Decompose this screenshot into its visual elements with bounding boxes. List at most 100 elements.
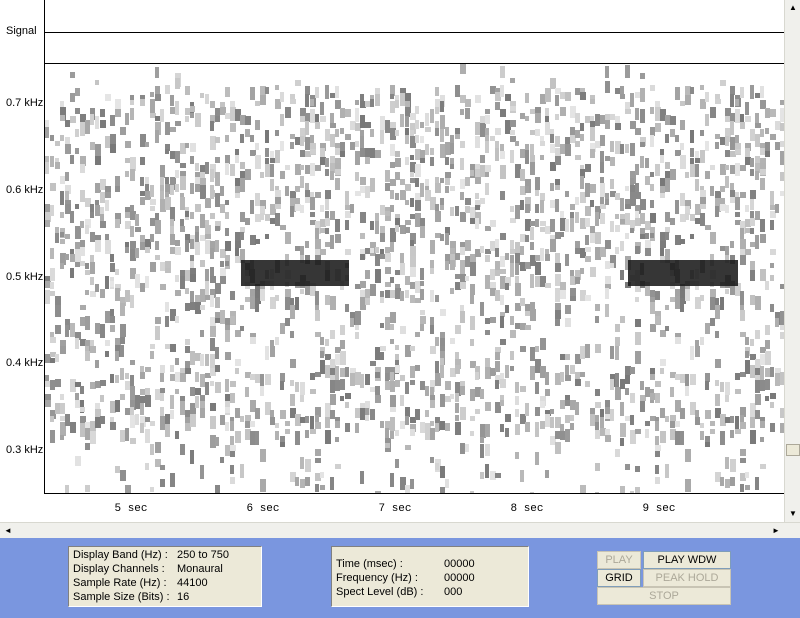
noise-cell — [145, 463, 149, 470]
vertical-scroll-thumb[interactable] — [786, 444, 800, 456]
noise-cell — [215, 318, 220, 323]
noise-cell — [200, 93, 204, 98]
noise-cell — [670, 218, 675, 225]
play-window-button[interactable]: PLAY WDW — [643, 551, 731, 569]
noise-cell — [675, 87, 680, 100]
play-button[interactable]: PLAY — [597, 551, 641, 569]
noise-cell — [630, 367, 635, 374]
stop-button[interactable]: STOP — [597, 587, 731, 605]
noise-cell — [325, 417, 330, 428]
noise-cell — [500, 191, 505, 200]
cursor-readout-box: Time (msec) : 00000 Frequency (Hz) : 000… — [331, 546, 529, 607]
noise-cell — [305, 459, 311, 472]
noise-cell — [445, 127, 449, 136]
noise-cell — [775, 142, 780, 150]
noise-cell — [240, 416, 244, 422]
noise-cell — [405, 157, 409, 165]
noise-cell — [250, 421, 255, 427]
noise-cell — [420, 226, 425, 238]
noise-cell — [210, 354, 215, 368]
noise-cell — [70, 268, 74, 278]
noise-cell — [220, 204, 225, 213]
noise-cell — [140, 242, 145, 250]
noise-cell — [625, 213, 630, 225]
noise-cell — [535, 407, 540, 416]
noise-cell — [540, 155, 544, 160]
noise-cell — [280, 171, 285, 179]
peak-hold-button[interactable]: PEAK HOLD — [643, 569, 731, 587]
scroll-down-icon[interactable]: ▼ — [785, 506, 800, 522]
noise-cell — [445, 178, 450, 185]
noise-cell — [500, 379, 506, 388]
noise-cell — [445, 233, 449, 245]
noise-cell — [375, 254, 380, 266]
noise-cell — [750, 228, 754, 234]
noise-cell — [400, 291, 404, 301]
noise-cell — [390, 190, 394, 199]
noise-cell — [405, 276, 410, 285]
noise-cell — [245, 421, 250, 428]
noise-cell — [365, 493, 369, 494]
noise-cell — [125, 113, 129, 125]
noise-cell — [130, 100, 134, 105]
noise-cell — [255, 155, 261, 169]
scroll-left-icon[interactable]: ◄ — [0, 523, 16, 539]
noise-cell — [430, 290, 434, 302]
noise-cell — [165, 424, 170, 437]
display-channels-label: Display Channels : — [73, 563, 165, 575]
noise-cell — [345, 134, 351, 140]
vertical-scrollbar[interactable]: ▲ ▼ — [784, 0, 800, 522]
noise-cell — [235, 368, 239, 374]
noise-cell — [680, 101, 685, 106]
noise-cell — [385, 317, 390, 330]
noise-cell — [100, 109, 105, 117]
noise-cell — [500, 373, 504, 380]
noise-cell — [200, 354, 204, 366]
noise-cell — [435, 107, 439, 114]
noise-cell — [705, 225, 711, 230]
noise-cell — [575, 141, 580, 147]
noise-cell — [390, 101, 395, 113]
noise-cell — [95, 284, 99, 292]
noise-cell — [225, 261, 229, 266]
scroll-up-icon[interactable]: ▲ — [785, 0, 800, 16]
noise-cell — [710, 318, 715, 326]
noise-cell — [170, 185, 174, 195]
noise-cell — [440, 394, 445, 407]
noise-cell — [300, 205, 304, 213]
noise-cell — [60, 135, 64, 141]
noise-cell — [635, 332, 641, 345]
noise-cell — [210, 416, 216, 429]
horizontal-scrollbar[interactable]: ◄ ► — [0, 522, 800, 538]
noise-cell — [375, 221, 379, 234]
noise-cell — [405, 116, 409, 127]
spectrogram-plot[interactable] — [44, 64, 784, 494]
noise-cell — [175, 247, 181, 255]
noise-cell — [395, 345, 399, 350]
noise-cell — [755, 171, 759, 180]
noise-cell — [190, 239, 194, 249]
noise-cell — [100, 395, 104, 402]
noise-cell — [580, 176, 584, 189]
noise-cell — [320, 485, 325, 490]
noise-cell — [360, 233, 365, 239]
scroll-right-icon[interactable]: ► — [768, 523, 784, 539]
noise-cell — [770, 191, 774, 205]
noise-cell — [730, 416, 734, 423]
noise-cell — [550, 409, 554, 414]
noise-cell — [355, 108, 359, 122]
noise-cell — [660, 330, 666, 337]
noise-cell — [440, 129, 444, 142]
noise-cell — [470, 316, 475, 330]
noise-cell — [250, 135, 254, 142]
noise-cell — [615, 373, 619, 387]
noise-cell — [285, 318, 290, 326]
noise-cell — [120, 470, 126, 481]
noise-cell — [465, 206, 470, 213]
noise-cell — [140, 423, 144, 433]
noise-cell — [225, 228, 229, 236]
grid-button[interactable]: GRID — [597, 569, 641, 587]
noise-cell — [265, 234, 269, 239]
noise-cell — [625, 375, 630, 384]
noise-cell — [150, 344, 155, 349]
